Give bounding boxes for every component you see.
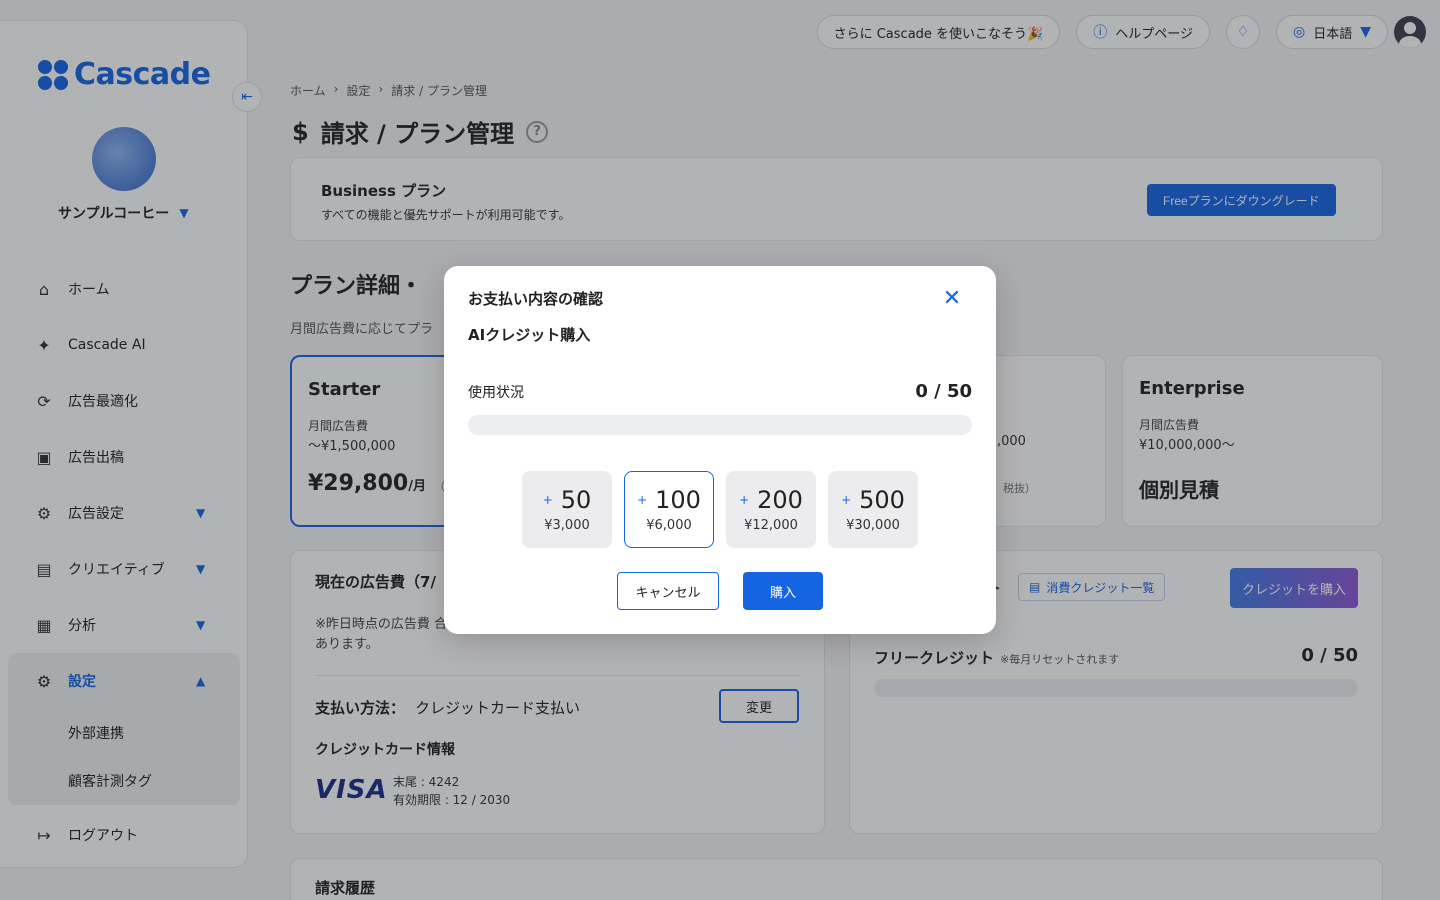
credit-amount: 100 xyxy=(655,486,701,514)
credit-price: ¥3,000 xyxy=(544,518,590,533)
plus-icon: + xyxy=(542,493,553,507)
credit-option-200[interactable]: +200 ¥12,000 xyxy=(726,471,816,548)
modal-subtitle: AIクレジット購入 xyxy=(468,326,591,344)
credit-option-100[interactable]: +100 ¥6,000 xyxy=(624,471,714,548)
credit-amount: 200 xyxy=(757,486,803,514)
modal-actions: キャンセル 購入 xyxy=(617,572,823,610)
credit-amount: 50 xyxy=(560,486,592,514)
usage-progress-bar xyxy=(468,415,972,435)
credit-amount: 500 xyxy=(859,486,905,514)
plus-icon: + xyxy=(841,493,852,507)
plus-icon: + xyxy=(637,493,648,507)
credit-option-50[interactable]: +50 ¥3,000 xyxy=(522,471,612,548)
usage-count: 0 / 50 xyxy=(915,381,972,402)
purchase-button[interactable]: 購入 xyxy=(743,572,823,610)
credit-price: ¥30,000 xyxy=(846,518,900,533)
credit-price: ¥12,000 xyxy=(744,518,798,533)
modal-title: お支払い内容の確認 xyxy=(468,290,604,308)
close-icon[interactable]: ✕ xyxy=(940,286,964,311)
plus-icon: + xyxy=(739,493,750,507)
credit-option-500[interactable]: +500 ¥30,000 xyxy=(828,471,918,548)
cancel-button[interactable]: キャンセル xyxy=(617,572,719,610)
payment-confirm-modal: お支払い内容の確認 ✕ AIクレジット購入 使用状況 0 / 50 +50 ¥3… xyxy=(444,266,996,634)
credit-options: +50 ¥3,000 +100 ¥6,000 +200 ¥12,000 +500… xyxy=(522,471,918,548)
usage-label: 使用状況 xyxy=(468,385,524,401)
credit-price: ¥6,000 xyxy=(646,518,692,533)
